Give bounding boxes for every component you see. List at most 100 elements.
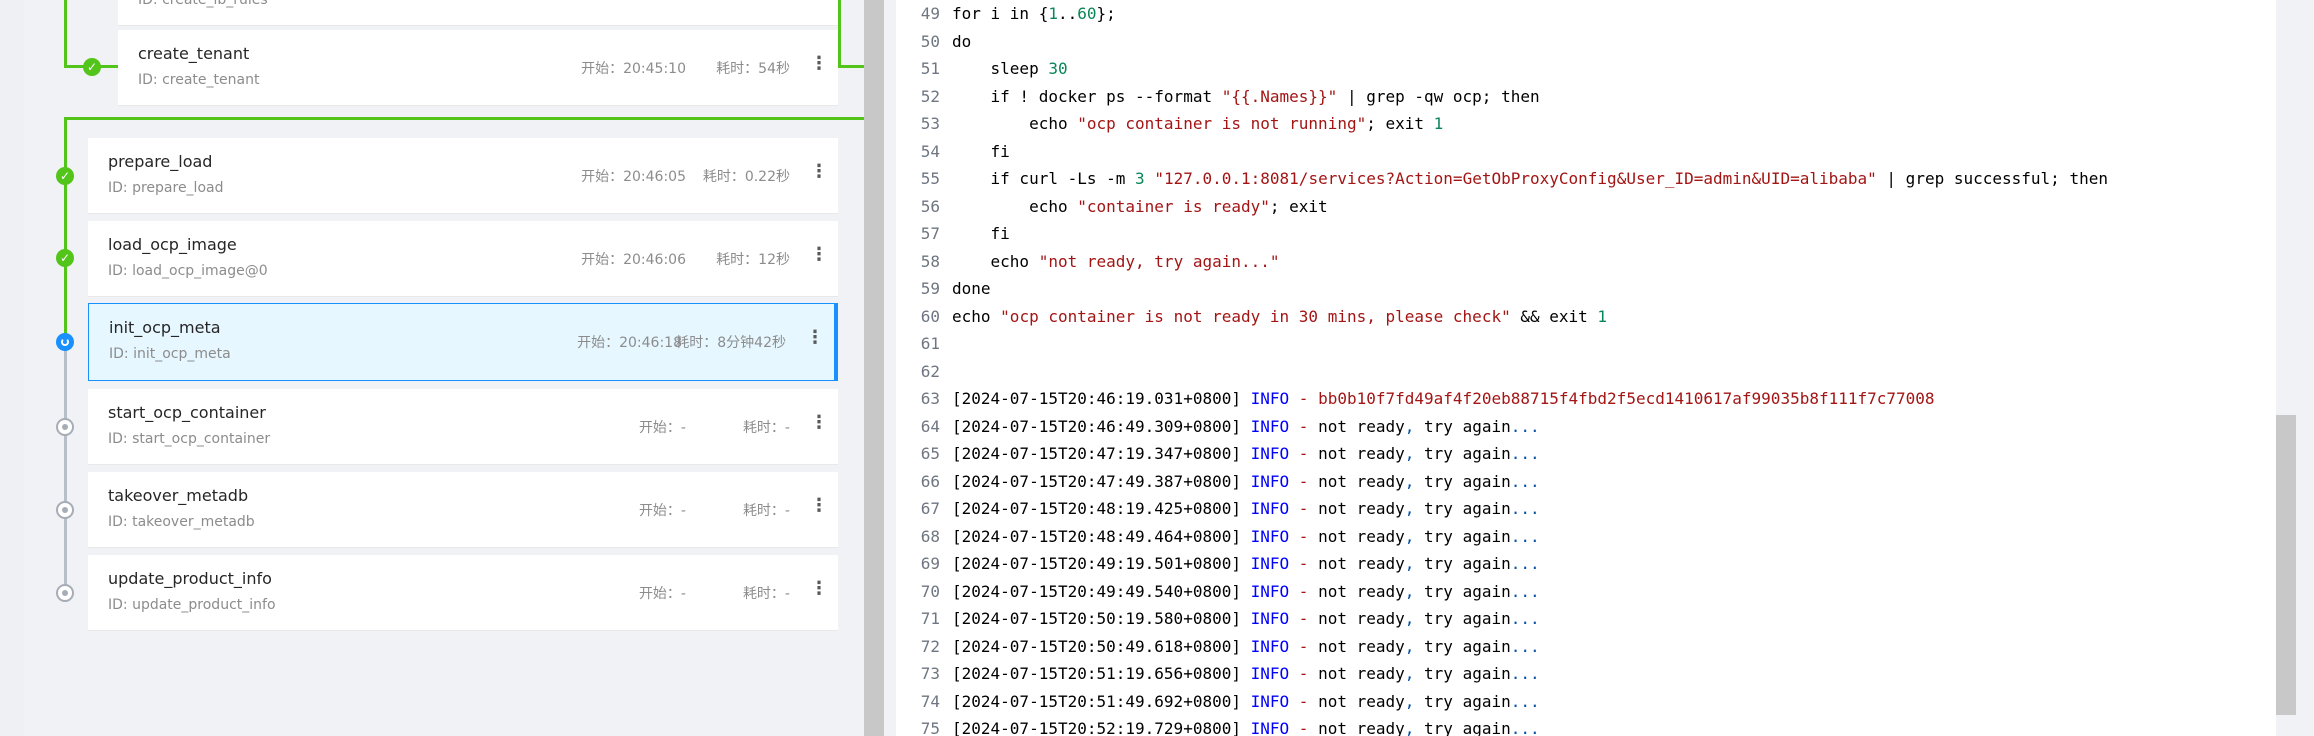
task-create-lb-rules[interactable]: ID: create_lb_rules [118, 0, 838, 26]
log-timestamp: [2024-07-15T20:49:19.501+0800] [952, 554, 1241, 573]
line-number: 67 [920, 499, 940, 518]
task-id: ID: init_ocp_meta [109, 346, 231, 362]
line-number: 60 [920, 306, 940, 326]
log-timestamp: [2024-07-15T20:46:49.309+0800] [952, 416, 1241, 436]
line-number: 74 [920, 691, 940, 711]
line-number: 73 [920, 664, 940, 683]
task-name: takeover_metadb [108, 486, 249, 505]
log-line: 67 [2024-07-15T20:48:19.425+0800] INFO - … [896, 495, 1540, 523]
check-circle-icon: ✓ [56, 167, 74, 185]
code-line: 52 if ! docker ps --format "{{.Names}}" … [896, 83, 1540, 111]
log-message: not ready [1318, 554, 1405, 573]
log-line: 70 [2024-07-15T20:49:49.540+0800] INFO - … [896, 578, 1540, 606]
log-level: INFO [1250, 554, 1290, 573]
task-name: create_tenant [138, 44, 250, 63]
log-line: 63 [2024-07-15T20:46:19.031+0800] INFO - … [896, 385, 1935, 413]
task-duration: 耗时：- [742, 503, 790, 519]
log-level: INFO [1250, 636, 1290, 656]
code-line: 51 sleep 30 [896, 55, 1068, 83]
task-flow-panel: ID: create_lb_rules create_tenant ID: cr… [24, 0, 864, 736]
nested-branch-line [64, 0, 67, 68]
task-prepare-load[interactable]: prepare_load ID: prepare_load 开始：20:46:0… [88, 138, 838, 214]
log-message: not ready [1318, 499, 1405, 518]
line-number: 75 [920, 719, 940, 736]
log-line: 75 [2024-07-15T20:52:19.729+0800] INFO - … [896, 715, 1540, 736]
code-line: 59 done [896, 275, 991, 303]
task-create-tenant[interactable]: create_tenant ID: create_tenant 开始：20:45… [118, 30, 838, 106]
panel-gutter [884, 0, 896, 736]
log-level: INFO [1250, 719, 1290, 736]
log-message: not ready [1318, 664, 1405, 683]
log-level: INFO [1250, 526, 1290, 546]
log-line: 66 [2024-07-15T20:47:49.387+0800] INFO - … [896, 468, 1540, 496]
log-timestamp: [2024-07-15T20:49:49.540+0800] [952, 581, 1241, 601]
line-number: 71 [920, 609, 940, 628]
line-number: 69 [920, 554, 940, 573]
log-line: 73 [2024-07-15T20:51:19.656+0800] INFO - … [896, 660, 1540, 688]
task-takeover-metadb[interactable]: takeover_metadb ID: takeover_metadb 开始：-… [88, 472, 838, 548]
line-number: 52 [920, 86, 940, 106]
task-id: ID: create_tenant [138, 72, 260, 88]
code-line: 54 fi [896, 138, 1010, 166]
task-duration: 耗时：12秒 [716, 252, 790, 268]
log-timestamp: [2024-07-15T20:51:19.656+0800] [952, 664, 1241, 683]
panel-resize-handle[interactable] [864, 0, 884, 736]
line-number: 51 [920, 59, 940, 78]
code-line: 49 for i in {1..60}; [896, 0, 1116, 28]
line-number: 72 [920, 636, 940, 656]
scrollbar-thumb[interactable] [2276, 415, 2296, 715]
line-number: 61 [920, 334, 940, 353]
task-name: start_ocp_container [108, 403, 266, 422]
pending-circle-icon [56, 584, 74, 602]
task-duration: 耗时：- [742, 420, 790, 436]
task-id: ID: start_ocp_container [108, 431, 271, 447]
more-vertical-icon[interactable]: ⋮ [810, 245, 828, 267]
line-number: 59 [920, 279, 940, 298]
log-message: not ready [1318, 609, 1405, 628]
line-number: 66 [920, 471, 940, 491]
code-line: 56 echo "container is ready"; exit [896, 193, 1328, 221]
task-id: ID: prepare_load [108, 180, 224, 196]
branch-return-line [838, 65, 864, 68]
log-message: not ready [1318, 471, 1405, 491]
log-message: not ready [1318, 444, 1405, 463]
log-message: not ready [1318, 581, 1405, 601]
line-number: 57 [920, 224, 940, 243]
log-message: not ready [1318, 691, 1405, 711]
log-level: INFO [1250, 389, 1290, 408]
more-vertical-icon[interactable]: ⋮ [810, 413, 828, 435]
more-vertical-icon[interactable]: ⋮ [810, 162, 828, 184]
task-start-time: 开始：20:45:10 [581, 61, 686, 77]
branch-return-line [838, 0, 841, 68]
more-vertical-icon[interactable]: ⋮ [810, 579, 828, 601]
more-vertical-icon[interactable]: ⋮ [810, 54, 828, 76]
task-id: ID: load_ocp_image@0 [108, 263, 268, 279]
task-update-product-info[interactable]: update_product_info ID: update_product_i… [88, 555, 838, 631]
code-line: 62 [896, 358, 952, 386]
pending-circle-icon [56, 501, 74, 519]
log-line: 71 [2024-07-15T20:50:19.580+0800] INFO - … [896, 605, 1540, 633]
log-level: INFO [1250, 664, 1290, 683]
more-vertical-icon[interactable]: ⋮ [806, 328, 824, 350]
task-duration: 耗时：8分钟42秒 [675, 335, 786, 351]
log-level: INFO [1250, 691, 1290, 711]
line-number: 62 [920, 361, 940, 381]
log-level: INFO [1250, 416, 1290, 436]
log-timestamp: [2024-07-15T20:48:19.425+0800] [952, 499, 1241, 518]
log-level: INFO [1250, 444, 1290, 463]
check-circle-icon: ✓ [56, 249, 74, 267]
task-start-time: 开始：- [638, 420, 686, 436]
more-vertical-icon[interactable]: ⋮ [810, 496, 828, 518]
task-init-ocp-meta[interactable]: init_ocp_meta ID: init_ocp_meta 开始：20:46… [88, 303, 838, 381]
line-number: 55 [920, 169, 940, 188]
log-message: bb0b10f7fd49af4f20eb88715f4fbd2f5ecd1410… [1318, 389, 1935, 408]
log-timestamp: [2024-07-15T20:47:19.347+0800] [952, 444, 1241, 463]
task-start-time: 开始：- [638, 503, 686, 519]
log-message: not ready [1318, 416, 1405, 436]
line-number: 68 [920, 526, 940, 546]
log-viewer[interactable]: 49 for i in {1..60}; 50 do 51 sleep 30 52 … [896, 0, 2276, 736]
log-level: INFO [1250, 471, 1290, 491]
code-line: 53 echo "ocp container is not running"; … [896, 110, 1444, 138]
task-start-ocp-container[interactable]: start_ocp_container ID: start_ocp_contai… [88, 389, 838, 465]
task-load-ocp-image[interactable]: load_ocp_image ID: load_ocp_image@0 开始：2… [88, 221, 838, 297]
